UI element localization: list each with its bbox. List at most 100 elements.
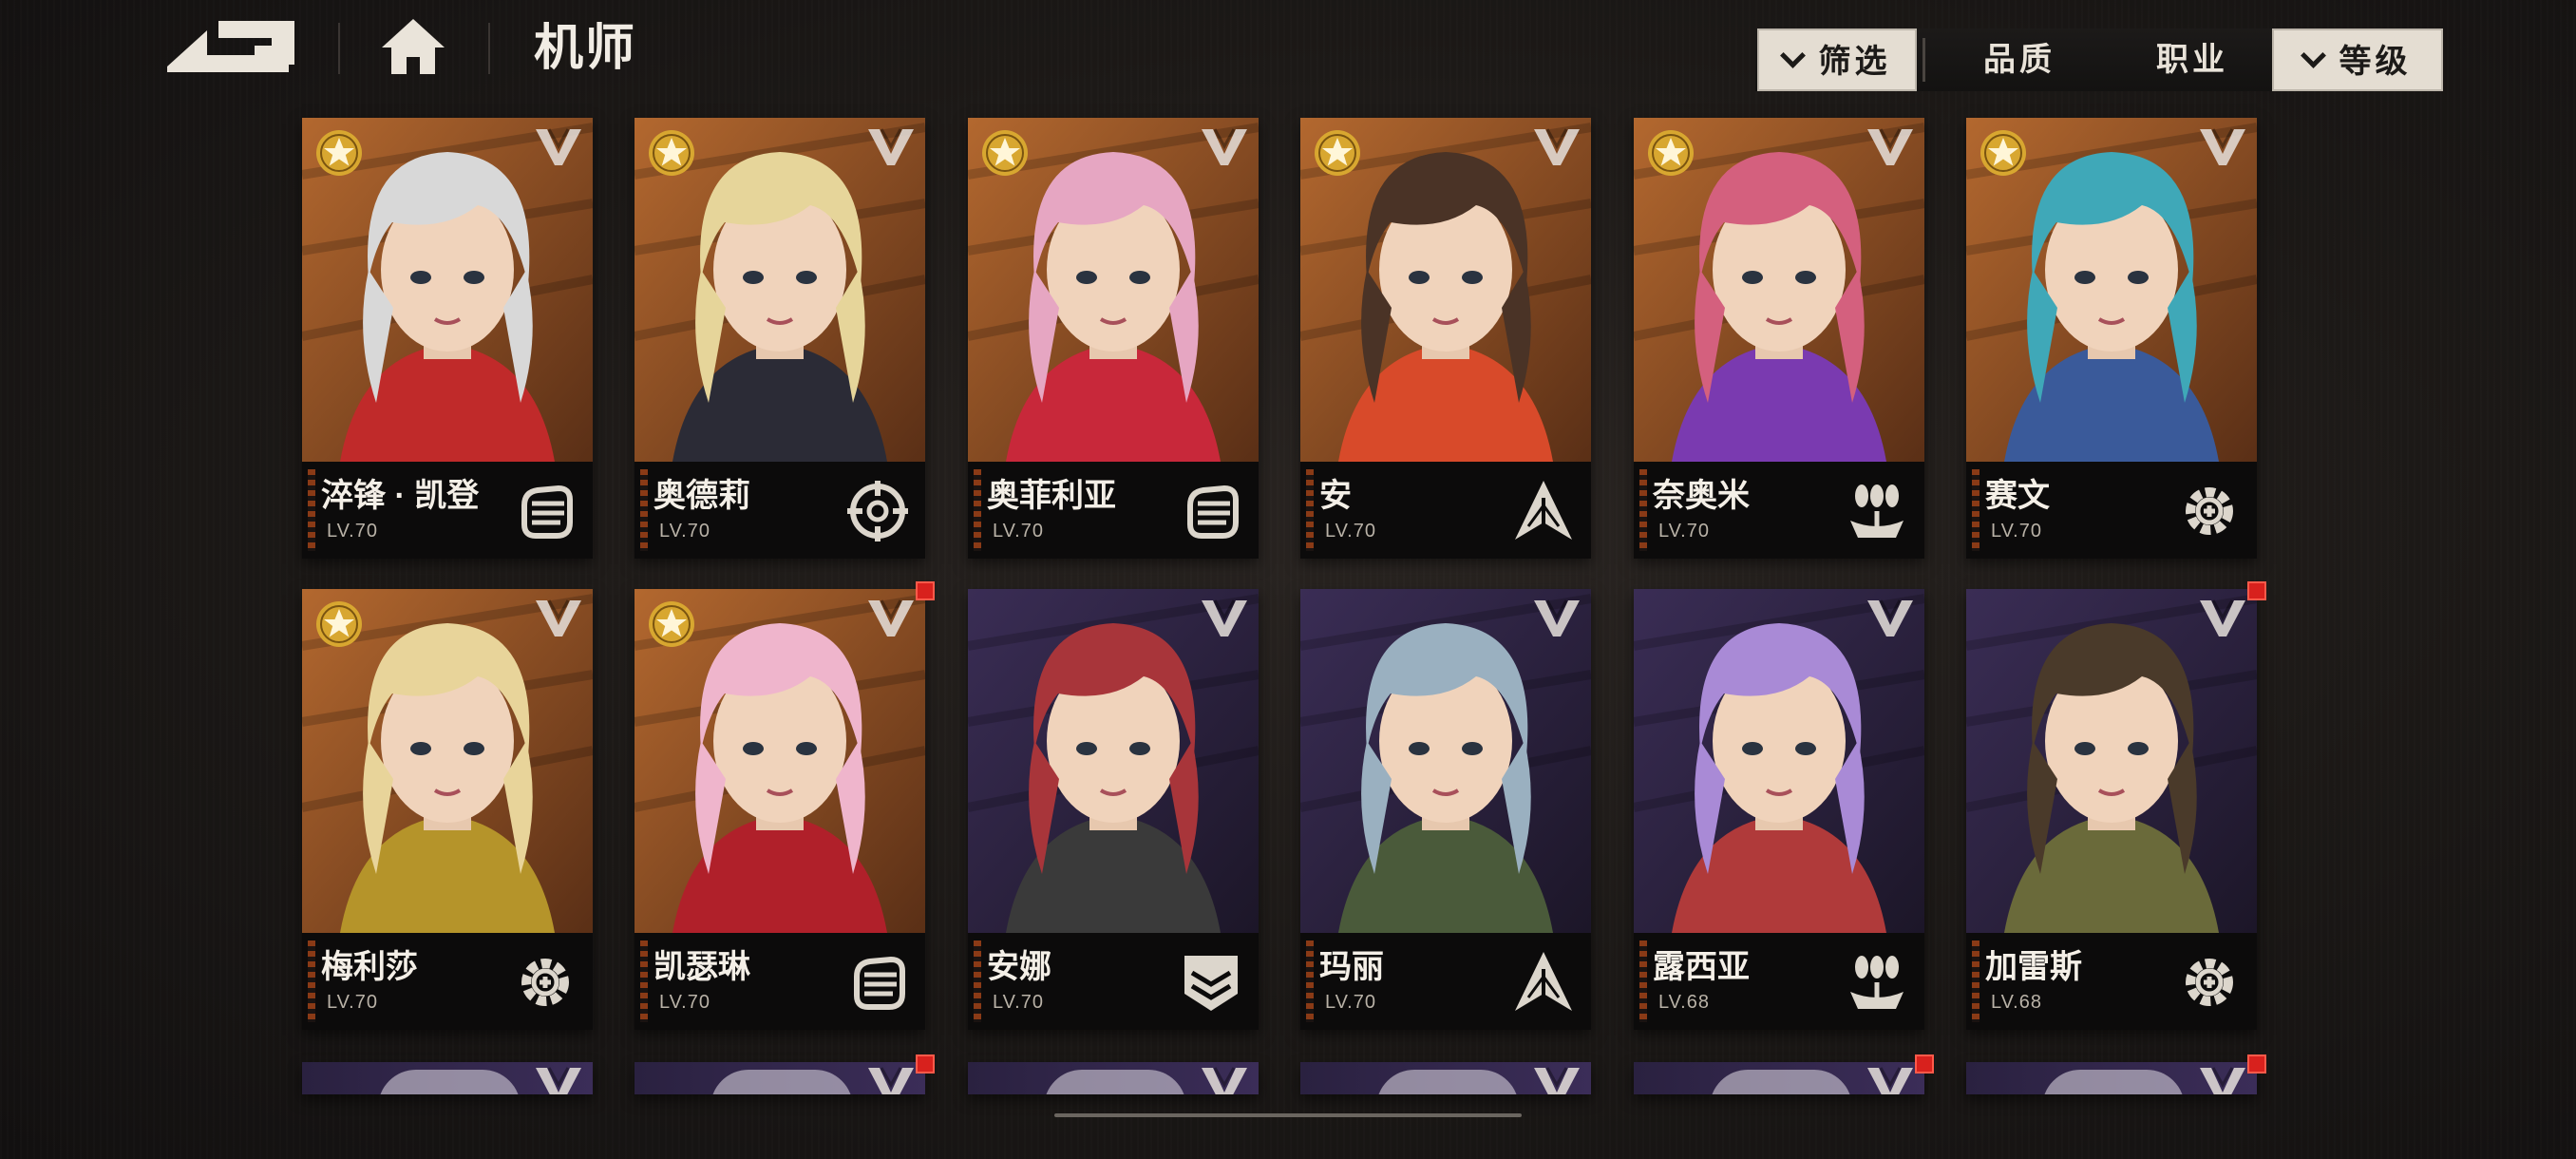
- character-name: 加雷斯: [1985, 949, 2082, 985]
- character-portrait: [1634, 589, 1924, 933]
- chevron-down-icon: [1779, 43, 1806, 68]
- rank-star-icon: [646, 598, 697, 650]
- character-info-panel: 加雷斯 LV.68: [1966, 933, 2257, 1030]
- faction-emblem-icon: [1200, 1064, 1249, 1094]
- faction-emblem-icon: [2198, 597, 2247, 638]
- chevron-shield-icon: [1184, 956, 1238, 1011]
- info-stripe: [308, 940, 315, 1022]
- filter-label: 筛选: [1818, 44, 1891, 80]
- info-stripe: [1972, 469, 1979, 551]
- character-name: 梅利莎: [321, 949, 418, 985]
- character-card[interactable]: 奥德莉 LV.70: [635, 118, 925, 559]
- character-name: 安娜: [987, 949, 1051, 985]
- new-badge: [916, 1054, 935, 1074]
- character-card-partial[interactable]: [302, 1062, 593, 1094]
- character-info-panel: 淬锋 · 凯登 LV.70: [302, 462, 593, 559]
- character-level: LV.70: [993, 992, 1044, 1013]
- character-card[interactable]: 奈奥米 LV.70: [1634, 118, 1924, 559]
- faction-emblem-icon: [1866, 597, 1915, 638]
- character-card[interactable]: 梅利莎 LV.70: [302, 589, 593, 1030]
- job-filter[interactable]: 职业: [2109, 28, 2276, 91]
- home-icon: [382, 19, 445, 74]
- character-info-panel: 安娜 LV.70: [968, 933, 1259, 1030]
- rank-star-icon: [1978, 127, 2029, 179]
- fist-icon: [854, 956, 905, 1010]
- rank-star-icon: [646, 127, 697, 179]
- portrait-hair: [1710, 1070, 1852, 1094]
- character-card[interactable]: 淬锋 · 凯登 LV.70: [302, 118, 593, 559]
- chip-divider: [1923, 38, 1925, 82]
- filter-bar: 筛选 品质 职业 等级: [1755, 28, 2443, 91]
- character-portrait: [1300, 589, 1591, 933]
- fist-icon: [521, 484, 573, 539]
- level-sort-dropdown[interactable]: 等级: [2272, 28, 2443, 91]
- character-info-panel: 奥德莉 LV.70: [635, 462, 925, 559]
- faction-emblem-icon: [1532, 597, 1582, 638]
- character-card-partial[interactable]: [1300, 1062, 1591, 1094]
- faction-emblem-icon: [1866, 125, 1915, 167]
- character-level: LV.68: [1658, 992, 1710, 1013]
- scroll-indicator[interactable]: [1054, 1113, 1522, 1117]
- info-stripe: [308, 469, 315, 551]
- page-title: 机师: [534, 21, 637, 76]
- character-portrait: [968, 589, 1259, 933]
- character-level: LV.70: [1325, 521, 1376, 542]
- new-badge: [2247, 581, 2266, 600]
- character-name: 奥菲利亚: [987, 478, 1116, 514]
- bombs-icon: [1850, 484, 1904, 538]
- character-card[interactable]: 奥菲利亚 LV.70: [968, 118, 1259, 559]
- character-card[interactable]: 凯瑟琳 LV.70: [635, 589, 925, 1030]
- character-card[interactable]: 玛丽 LV.70: [1300, 589, 1591, 1030]
- portrait-hair: [1044, 1070, 1186, 1094]
- bombs-icon: [1850, 956, 1904, 1009]
- info-stripe: [1639, 469, 1647, 551]
- wrench-gear-icon: [521, 959, 569, 1006]
- character-name: 奥德莉: [653, 478, 750, 514]
- quality-filter[interactable]: 品质: [1936, 28, 2103, 91]
- header-divider: [338, 23, 340, 74]
- faction-emblem-icon: [1532, 125, 1582, 167]
- portrait-hair: [710, 1070, 853, 1094]
- filter-dropdown[interactable]: 筛选: [1757, 28, 1917, 91]
- faction-emblem-icon: [2198, 1064, 2247, 1094]
- character-card-partial[interactable]: [1634, 1062, 1924, 1094]
- character-card[interactable]: 加雷斯 LV.68: [1966, 589, 2257, 1030]
- new-badge: [916, 581, 935, 600]
- info-stripe: [640, 469, 648, 551]
- faction-emblem-icon: [534, 125, 583, 167]
- portrait-hair: [378, 1070, 521, 1094]
- character-level: LV.68: [1991, 992, 2042, 1013]
- info-stripe: [1306, 469, 1314, 551]
- back-button[interactable]: [163, 17, 298, 76]
- faction-emblem-icon: [534, 597, 583, 638]
- character-card-partial[interactable]: [635, 1062, 925, 1094]
- rank-star-icon: [1312, 127, 1363, 179]
- character-level: LV.70: [659, 992, 710, 1013]
- character-name: 淬锋 · 凯登: [321, 478, 480, 514]
- home-button[interactable]: [378, 15, 448, 78]
- character-info-panel: 玛丽 LV.70: [1300, 933, 1591, 1030]
- rank-star-icon: [1645, 127, 1696, 179]
- chevron-down-icon: [2300, 43, 2326, 68]
- character-card[interactable]: 安娜 LV.70: [968, 589, 1259, 1030]
- character-info-panel: 奥菲利亚 LV.70: [968, 462, 1259, 559]
- faction-emblem-icon: [1866, 1064, 1915, 1094]
- new-badge: [2247, 1054, 2266, 1074]
- character-card-partial[interactable]: [1966, 1062, 2257, 1094]
- faction-emblem-icon: [866, 1064, 916, 1094]
- character-card[interactable]: 安 LV.70: [1300, 118, 1591, 559]
- character-info-panel: 奈奥米 LV.70: [1634, 462, 1924, 559]
- character-card-partial[interactable]: [968, 1062, 1259, 1094]
- info-stripe: [1639, 940, 1647, 1022]
- rank-star-icon: [979, 127, 1031, 179]
- character-level: LV.70: [1658, 521, 1710, 542]
- rank-star-icon: [313, 598, 365, 650]
- rank-star-icon: [313, 127, 365, 179]
- info-stripe: [974, 469, 981, 551]
- character-level: LV.70: [1991, 521, 2042, 542]
- character-name: 玛丽: [1319, 949, 1384, 985]
- character-card[interactable]: 赛文 LV.70: [1966, 118, 2257, 559]
- wrench-gear-icon: [2186, 959, 2233, 1006]
- character-info-panel: 赛文 LV.70: [1966, 462, 2257, 559]
- character-card[interactable]: 露西亚 LV.68: [1634, 589, 1924, 1030]
